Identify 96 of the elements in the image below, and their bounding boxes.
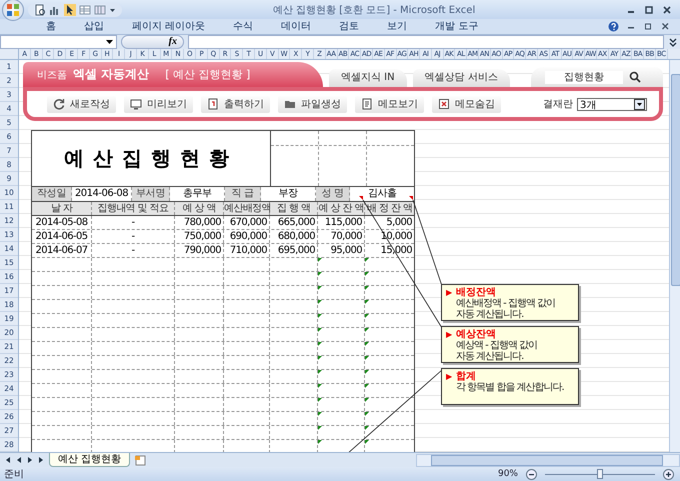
comment-title: 예상잔액 xyxy=(456,329,496,340)
close-icon[interactable] xyxy=(662,4,672,14)
product-title: 엑셀 자동계산 xyxy=(73,66,150,83)
column-heading: 집행내역 및 적요 xyxy=(98,203,168,214)
column-heading: 예산배정액 xyxy=(224,203,272,214)
table-cell: 2014-06-07 xyxy=(35,245,88,256)
table-cell: 690,000 xyxy=(230,231,267,242)
approval-dropdown[interactable]: 3개 xyxy=(577,98,647,110)
comment-text: 예상액 - 집행액 값이 자동 계산됩니다. xyxy=(455,340,538,362)
insert-function-button[interactable]: fx xyxy=(168,36,177,48)
table-cell: 670,000 xyxy=(230,217,267,228)
field-label: 부서명 xyxy=(136,188,166,199)
pointer-icon[interactable] xyxy=(64,4,76,16)
table-cell: 2014-05-08 xyxy=(35,217,88,228)
comment-title: 합계 xyxy=(456,371,476,382)
sheet-subtitle: [ 예산 집행현황 ] xyxy=(165,67,250,82)
vertical-scrollbar[interactable] xyxy=(669,60,680,452)
insert-sheet-icon[interactable] xyxy=(134,454,148,466)
zoom-out-icon[interactable] xyxy=(526,468,537,480)
table-cell: - xyxy=(131,245,134,256)
link-tab[interactable]: 엑셀상담 서비스 xyxy=(412,69,510,87)
formula-input[interactable] xyxy=(188,34,664,49)
zoom-level: 90% xyxy=(498,469,518,479)
dropdown-icon[interactable] xyxy=(634,98,645,110)
logo-icon xyxy=(6,3,20,17)
search-icon[interactable] xyxy=(629,71,641,83)
table-cell: 680,000 xyxy=(278,231,315,242)
office-button[interactable] xyxy=(2,0,24,21)
ribbon-tab[interactable]: 페이지 레이아웃 xyxy=(118,19,220,34)
sheet-tab[interactable]: 예산 집행현황 xyxy=(49,453,130,467)
marker-glyph: ▶ xyxy=(446,371,452,382)
column-heading: 예 상 잔 액 xyxy=(318,203,364,214)
ribbon-tab[interactable]: 개발 도구 xyxy=(421,19,492,34)
note-icon xyxy=(361,98,373,110)
table-cell: 95,000 xyxy=(330,245,362,256)
refresh-icon xyxy=(53,98,65,110)
dropdown-icon[interactable] xyxy=(106,38,113,45)
column-heading: 예 상 액 xyxy=(182,203,216,214)
toolbar-button[interactable]: 출력하기 xyxy=(201,96,270,112)
toolbar-button[interactable]: 미리보기 xyxy=(124,96,193,112)
slider-thumb[interactable] xyxy=(597,468,603,478)
field-value: 총무부 xyxy=(182,188,212,199)
brand-label: 비즈폼 xyxy=(37,68,67,82)
table-cell: 695,000 xyxy=(278,245,315,256)
comment-text: 예산배정액 - 집행액 값이 자동 계산됩니다. xyxy=(455,298,556,320)
window-title: 예산 집행현황 [호환 모드] - Microsoft Excel xyxy=(272,4,476,16)
field-label: 작성일 xyxy=(36,188,66,199)
close-note-icon xyxy=(438,98,450,110)
field-label: 성 명 xyxy=(321,188,344,199)
close-icon[interactable] xyxy=(661,22,670,31)
print-preview-icon[interactable] xyxy=(34,4,46,16)
horizontal-scrollbar[interactable] xyxy=(416,454,680,466)
table-cell: - xyxy=(131,231,134,242)
ribbon-tab[interactable]: 수식 xyxy=(219,19,268,34)
ribbon-tab[interactable]: 검토 xyxy=(325,19,374,34)
comment-indicator-icon xyxy=(409,196,413,200)
monitor-icon xyxy=(130,98,142,110)
marker-glyph: ▶ xyxy=(446,329,452,340)
link-tab[interactable]: 엑셀지식 IN xyxy=(329,69,407,87)
table-cell: 5,000 xyxy=(386,217,412,228)
comment-indicator-icon xyxy=(359,196,363,200)
field-label: 직 급 xyxy=(231,188,254,199)
table-cell: 750,000 xyxy=(184,231,221,242)
table-cell: 710,000 xyxy=(230,245,267,256)
column-heading: 집 행 액 xyxy=(276,203,310,214)
table-cell: 115,000 xyxy=(324,217,362,228)
toolbar-button[interactable]: 파일생성 xyxy=(278,96,347,112)
document-icon xyxy=(207,98,219,110)
marker-glyph: ▶ xyxy=(446,287,452,298)
ribbon-tab[interactable]: 홈 xyxy=(32,19,70,34)
table-cell: 790,000 xyxy=(184,245,221,256)
folder-icon xyxy=(284,98,296,110)
toolbar-button[interactable]: 메모보기 xyxy=(355,96,424,112)
field-value: 김사홀 xyxy=(368,188,396,199)
table-cell: 70,000 xyxy=(330,231,362,242)
field-value: 2014-06-08 xyxy=(74,188,128,199)
ribbon-tab[interactable]: 삽입 xyxy=(70,19,118,34)
table-cell: 780,000 xyxy=(184,217,221,228)
report-title: 예산집행현황 xyxy=(32,131,271,186)
column-heading: 날 자 xyxy=(50,203,72,214)
table-cell: 2014-06-05 xyxy=(35,231,88,242)
table-cell: 665,000 xyxy=(278,217,315,228)
help-icon[interactable] xyxy=(608,20,619,32)
ribbon-tab[interactable]: 데이터 xyxy=(267,19,326,34)
ribbon-tab[interactable]: 보기 xyxy=(373,19,422,34)
zoom-in-icon[interactable] xyxy=(663,468,674,480)
table-cell: - xyxy=(131,217,134,228)
search-field[interactable]: 집행현황 xyxy=(545,70,623,84)
toolbar-button[interactable]: 메모숨김 xyxy=(432,96,501,112)
expand-icon[interactable] xyxy=(668,36,678,48)
field-value: 부장 xyxy=(278,188,298,199)
comment-text: 각 항목별 합을 계산합니다. xyxy=(455,382,565,393)
status-text: 준비 xyxy=(3,468,24,481)
comment-title: 배정잔액 xyxy=(456,287,496,298)
toolbar-button[interactable]: 새로작성 xyxy=(47,96,116,112)
approval-label: 결재란 xyxy=(543,98,573,111)
